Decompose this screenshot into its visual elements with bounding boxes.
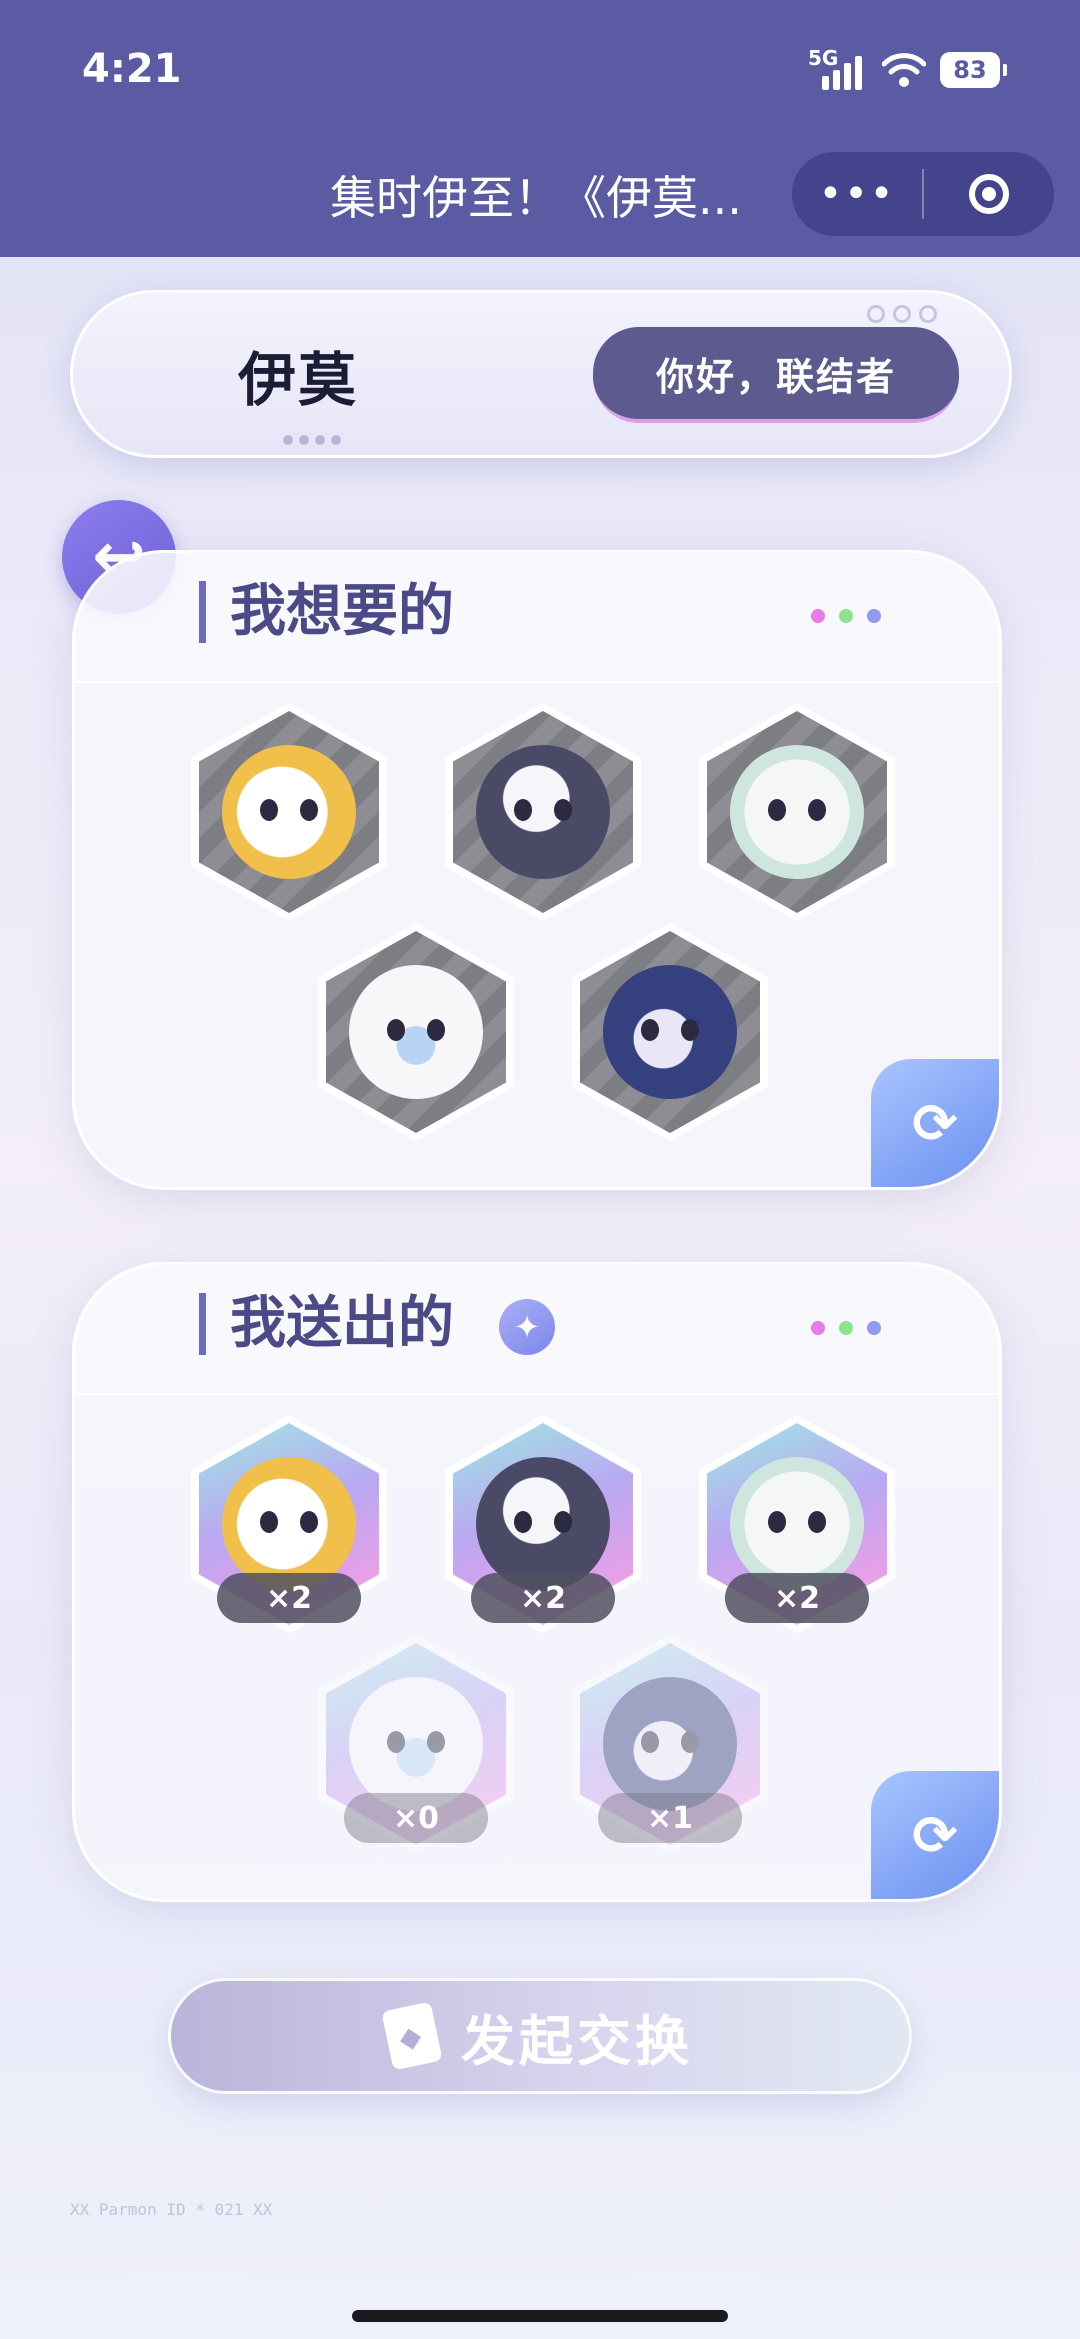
page-title: 集时伊至！《伊莫... (330, 171, 742, 225)
wanted-slot-5[interactable] (572, 923, 768, 1141)
logo-dots (283, 435, 341, 445)
launch-exchange-button[interactable]: ◆ 发起交换 (168, 1978, 912, 2094)
sparkle-icon[interactable]: ✦ (499, 1299, 555, 1355)
wanted-slot-4[interactable] (318, 923, 514, 1141)
wanted-refresh-button[interactable]: ⟳ (871, 1059, 999, 1187)
pet-avatar (349, 1677, 483, 1811)
header-dots (811, 1321, 881, 1335)
wanted-panel: 我想要的 ⟳ (72, 550, 1002, 1190)
wanted-slot-2[interactable] (445, 703, 641, 921)
wanted-slot-1[interactable] (191, 703, 387, 921)
refresh-icon: ⟳ (912, 1803, 958, 1867)
home-indicator[interactable] (352, 2310, 728, 2322)
network-type: 5G (808, 46, 839, 70)
header-card: 伊莫 你好，联结者 (70, 290, 1012, 458)
more-options-button[interactable]: ••• (792, 171, 922, 217)
pet-avatar (730, 1457, 864, 1591)
pet-avatar (476, 1457, 610, 1591)
pet-avatar (730, 745, 864, 879)
top-bar: 4:21 5G 83 集时伊至！《伊莫... ••• (0, 0, 1080, 257)
status-time: 4:21 (82, 46, 182, 92)
offered-panel-header: 我送出的 ✦ (75, 1265, 999, 1395)
launch-exchange-label: 发起交换 (461, 2009, 693, 2073)
wanted-panel-header: 我想要的 (75, 553, 999, 683)
wifi-icon (882, 53, 926, 87)
wanted-slot-3[interactable] (699, 703, 895, 921)
close-mini-program-button[interactable] (924, 174, 1054, 214)
header-dots (811, 609, 881, 623)
offered-title: 我送出的 (199, 1293, 454, 1355)
offered-count-2: ×2 (471, 1573, 615, 1623)
pet-avatar (603, 1677, 737, 1811)
offered-refresh-button[interactable]: ⟳ (871, 1771, 999, 1899)
pet-avatar (603, 965, 737, 1099)
status-icons: 5G 83 (808, 46, 1007, 90)
footer-fine-print: XX Parmon ID * 021 XX (70, 2200, 273, 2219)
app-logo: 伊莫 (238, 346, 359, 414)
card-icon: ◆ (381, 2001, 443, 2071)
battery-icon: 83 (940, 52, 1007, 88)
refresh-icon: ⟳ (912, 1091, 958, 1155)
pet-avatar (222, 745, 356, 879)
pet-avatar (476, 745, 610, 879)
offered-count-5: ×1 (598, 1793, 742, 1843)
pet-avatar (349, 965, 483, 1099)
pet-avatar (222, 1457, 356, 1591)
greeting-button[interactable]: 你好，联结者 (593, 327, 959, 423)
card-decor-icons (867, 305, 937, 323)
mini-program-capsule: ••• (792, 152, 1054, 236)
cellular-signal-icon: 5G (808, 46, 868, 90)
offered-panel: 我送出的 ✦ ×2 ×2 ×2 ×0 ×1 ⟳ (72, 1262, 1002, 1902)
offered-count-3: ×2 (725, 1573, 869, 1623)
wanted-title: 我想要的 (199, 581, 454, 643)
target-icon (969, 174, 1009, 214)
offered-count-1: ×2 (217, 1573, 361, 1623)
offered-count-4: ×0 (344, 1793, 488, 1843)
